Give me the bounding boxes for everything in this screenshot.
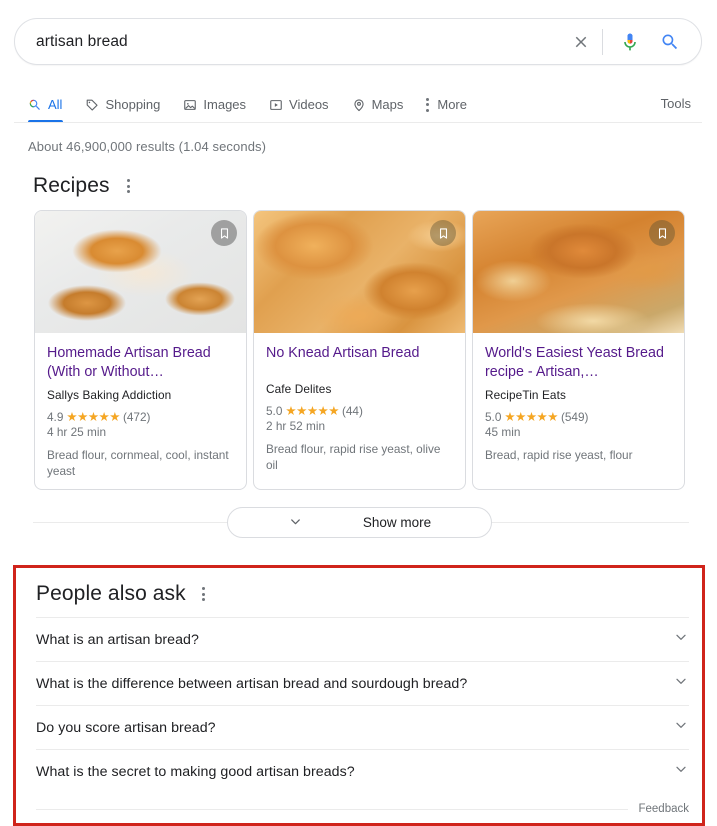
paa-question-text: Do you score artisan bread?	[36, 720, 216, 736]
nav-bottom-divider	[14, 122, 702, 123]
recipes-menu-icon[interactable]	[124, 175, 133, 197]
recipe-title[interactable]: No Knead Artisan Bread	[266, 344, 453, 363]
recipe-ingredients: Bread, rapid rise yeast, flour	[485, 447, 672, 463]
paa-question-item[interactable]: Do you score artisan bread?	[36, 705, 689, 749]
tab-maps[interactable]: Maps	[352, 86, 404, 123]
recipe-rating: 5.0 ★★★★★ (44)	[266, 403, 453, 418]
tab-label: Shopping	[105, 97, 160, 112]
chevron-down-icon[interactable]	[673, 673, 689, 694]
feedback-link[interactable]: Feedback	[638, 803, 689, 815]
chevron-down-icon[interactable]	[673, 761, 689, 782]
bookmark-icon[interactable]	[430, 220, 456, 246]
tab-shopping[interactable]: Shopping	[85, 86, 160, 123]
tab-label: All	[48, 97, 62, 112]
tools-button[interactable]: Tools	[661, 96, 691, 111]
search-nav-tabs: All Shopping Images	[0, 86, 717, 123]
microphone-icon[interactable]	[617, 29, 643, 55]
search-bar-container	[14, 18, 702, 65]
recipe-title[interactable]: World's Easiest Yeast Bread recipe - Art…	[485, 344, 672, 382]
tag-icon	[85, 98, 99, 112]
video-icon	[269, 98, 283, 112]
kebab-icon	[426, 98, 431, 112]
tab-all[interactable]: All	[28, 86, 62, 123]
recipe-time: 4 hr 25 min	[47, 425, 234, 439]
recipe-time: 45 min	[485, 425, 672, 439]
paa-question-text: What is an artisan bread?	[36, 632, 199, 648]
search-results-page: All Shopping Images	[0, 0, 717, 826]
recipe-ingredients: Bread flour, cornmeal, cool, instant yea…	[47, 447, 234, 479]
recipe-image	[473, 211, 684, 333]
result-stats: About 46,900,000 results (1.04 seconds)	[28, 139, 266, 154]
tab-label: Images	[203, 97, 246, 112]
tab-label: Maps	[372, 97, 404, 112]
paa-question-text: What is the secret to making good artisa…	[36, 764, 355, 780]
tab-label: More	[437, 97, 467, 112]
show-more-label: Show more	[363, 515, 431, 530]
paa-question-item[interactable]: What is the difference between artisan b…	[36, 661, 689, 705]
image-icon	[183, 98, 197, 112]
recipes-title: Recipes	[33, 174, 110, 198]
recipe-card[interactable]: Homemade Artisan Bread (With or Without……	[34, 210, 247, 490]
map-pin-icon	[352, 98, 366, 112]
rating-value: 5.0	[266, 404, 282, 418]
recipe-card[interactable]: World's Easiest Yeast Bread recipe - Art…	[472, 210, 685, 490]
review-count: (472)	[123, 410, 151, 424]
star-rating-icon: ★★★★★	[66, 409, 120, 424]
rating-value: 4.9	[47, 410, 63, 424]
star-rating-icon: ★★★★★	[285, 403, 339, 418]
review-count: (44)	[342, 404, 363, 418]
recipe-rating: 5.0 ★★★★★ (549)	[485, 409, 672, 424]
recipe-title[interactable]: Homemade Artisan Bread (With or Without…	[47, 344, 234, 382]
tab-more[interactable]: More	[426, 86, 467, 123]
chevron-down-icon[interactable]	[673, 629, 689, 650]
clear-search-icon[interactable]	[568, 29, 594, 55]
google-search-icon	[28, 98, 42, 112]
recipe-time: 2 hr 52 min	[266, 419, 453, 433]
people-also-ask-menu-icon[interactable]	[199, 583, 208, 605]
tab-images[interactable]: Images	[183, 86, 246, 123]
recipe-cards-row: Homemade Artisan Bread (With or Without……	[34, 210, 685, 490]
recipe-ingredients: Bread flour, rapid rise yeast, olive oil	[266, 441, 453, 473]
recipe-image	[254, 211, 465, 333]
recipe-source: Cafe Delites	[266, 382, 453, 396]
chevron-down-icon	[288, 514, 303, 532]
review-count: (549)	[561, 410, 589, 424]
people-also-ask-header: People also ask	[36, 582, 208, 606]
rating-value: 5.0	[485, 410, 501, 424]
search-bar[interactable]	[14, 18, 702, 65]
recipe-source: Sallys Baking Addiction	[47, 388, 234, 402]
bookmark-icon[interactable]	[649, 220, 675, 246]
paa-question-item[interactable]: What is an artisan bread?	[36, 617, 689, 661]
paa-question-item[interactable]: What is the secret to making good artisa…	[36, 749, 689, 793]
search-input[interactable]	[15, 33, 568, 51]
chevron-down-icon[interactable]	[673, 717, 689, 738]
show-more-button[interactable]: Show more	[227, 507, 492, 538]
recipe-rating: 4.9 ★★★★★ (472)	[47, 409, 234, 424]
tab-videos[interactable]: Videos	[269, 86, 329, 123]
people-also-ask-section: People also ask What is an artisan bread…	[13, 565, 705, 826]
recipe-image	[35, 211, 246, 333]
recipes-header: Recipes	[33, 174, 133, 198]
search-divider	[602, 29, 603, 55]
tab-label: Videos	[289, 97, 329, 112]
people-also-ask-title: People also ask	[36, 582, 186, 606]
star-rating-icon: ★★★★★	[504, 409, 558, 424]
paa-question-text: What is the difference between artisan b…	[36, 676, 467, 692]
footer-divider	[36, 809, 628, 810]
people-also-ask-list: What is an artisan bread? What is the di…	[36, 617, 689, 793]
recipe-card[interactable]: No Knead Artisan Bread Cafe Delites 5.0 …	[253, 210, 466, 490]
search-submit-icon[interactable]	[657, 29, 683, 55]
recipe-source: RecipeTin Eats	[485, 388, 672, 402]
people-also-ask-footer: Feedback	[36, 803, 689, 815]
bookmark-icon[interactable]	[211, 220, 237, 246]
